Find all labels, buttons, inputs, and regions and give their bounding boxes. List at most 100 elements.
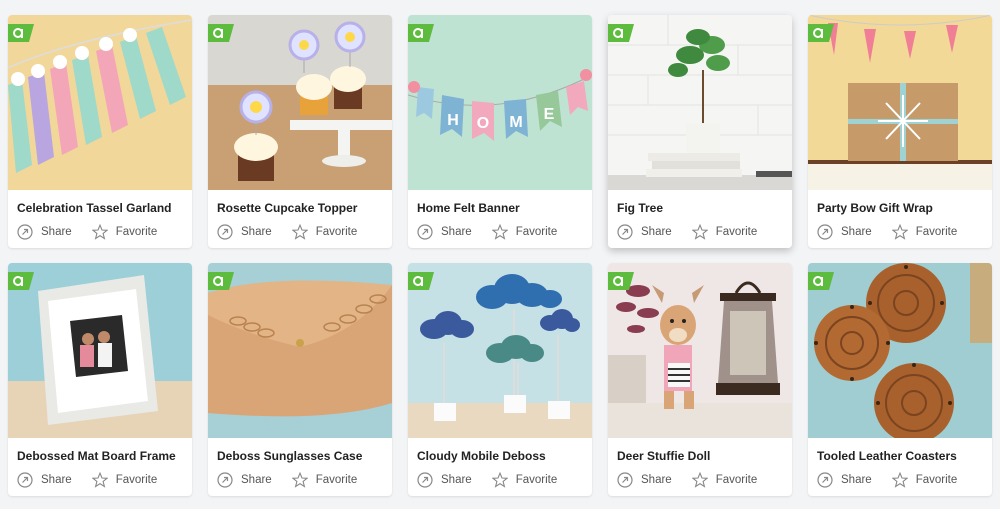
card-actions: Share Favorite	[808, 220, 992, 244]
project-card[interactable]: Tooled Leather Coasters Share Favorite	[808, 263, 992, 496]
share-label: Share	[841, 474, 872, 486]
share-arrow-icon	[217, 472, 233, 488]
project-card[interactable]: Cloudy Mobile Deboss Share Favorite	[408, 263, 592, 496]
favorite-button[interactable]: Favorite	[291, 224, 357, 240]
favorite-button[interactable]: Favorite	[691, 224, 757, 240]
banner-letter: E	[544, 106, 555, 123]
favorite-button[interactable]: Favorite	[691, 472, 757, 488]
project-title[interactable]: Cloudy Mobile Deboss	[408, 438, 592, 468]
project-title[interactable]: Celebration Tassel Garland	[8, 190, 192, 220]
card-actions: Share Favorite	[8, 220, 192, 244]
share-button[interactable]: Share	[617, 472, 672, 488]
share-button[interactable]: Share	[17, 224, 72, 240]
share-arrow-icon	[17, 224, 33, 240]
favorite-button[interactable]: Favorite	[91, 224, 157, 240]
card-actions: Share Favorite	[608, 220, 792, 244]
project-title[interactable]: Deboss Sunglasses Case	[208, 438, 392, 468]
brand-a-logo-icon	[208, 272, 234, 290]
share-label: Share	[441, 474, 472, 486]
favorite-label: Favorite	[515, 474, 558, 486]
project-title[interactable]: Party Bow Gift Wrap	[808, 190, 992, 220]
deer-doll-image	[608, 263, 792, 438]
project-card[interactable]: Deboss Sunglasses Case Share Favorite	[208, 263, 392, 496]
card-actions: Share Favorite	[8, 468, 192, 492]
share-button[interactable]: Share	[217, 224, 272, 240]
gift-wrap-image	[808, 15, 992, 190]
card-actions: Share Favorite	[208, 220, 392, 244]
share-button[interactable]: Share	[17, 472, 72, 488]
share-label: Share	[41, 474, 72, 486]
felt-banner-image: H O M E	[408, 15, 592, 190]
project-image[interactable]	[608, 263, 792, 438]
favorite-button[interactable]: Favorite	[891, 224, 957, 240]
favorite-button[interactable]: Favorite	[891, 472, 957, 488]
project-grid: Celebration Tassel Garland Share Favorit…	[8, 15, 992, 496]
sunglasses-case-image	[208, 263, 392, 438]
brand-a-logo-icon	[608, 272, 634, 290]
share-arrow-icon	[617, 472, 633, 488]
cloudy-mobile-image	[408, 263, 592, 438]
fig-tree-image	[608, 15, 792, 190]
share-button[interactable]: Share	[617, 224, 672, 240]
brand-a-logo-icon	[8, 272, 34, 290]
project-image[interactable]	[608, 15, 792, 190]
project-title[interactable]: Rosette Cupcake Topper	[208, 190, 392, 220]
project-image[interactable]	[408, 263, 592, 438]
brand-a-logo-icon	[808, 272, 834, 290]
project-title[interactable]: Deer Stuffie Doll	[608, 438, 792, 468]
project-card[interactable]: Party Bow Gift Wrap Share Favorite	[808, 15, 992, 248]
star-icon	[691, 224, 708, 240]
project-card[interactable]: Celebration Tassel Garland Share Favorit…	[8, 15, 192, 248]
project-title[interactable]: Debossed Mat Board Frame	[8, 438, 192, 468]
brand-a-logo-icon	[408, 24, 434, 42]
share-arrow-icon	[217, 224, 233, 240]
share-arrow-icon	[817, 472, 833, 488]
project-image[interactable]	[808, 263, 992, 438]
cupcake-topper-image	[208, 15, 392, 190]
project-image[interactable]	[8, 15, 192, 190]
mat-frame-image	[8, 263, 192, 438]
share-button[interactable]: Share	[217, 472, 272, 488]
favorite-label: Favorite	[115, 474, 158, 486]
card-actions: Share Favorite	[408, 220, 592, 244]
brand-a-logo-icon	[808, 24, 834, 42]
share-button[interactable]: Share	[417, 224, 472, 240]
project-title[interactable]: Tooled Leather Coasters	[808, 438, 992, 468]
project-card[interactable]: Fig Tree Share Favorite	[608, 15, 792, 248]
share-arrow-icon	[417, 472, 433, 488]
project-image[interactable]	[208, 15, 392, 190]
banner-letter: H	[447, 112, 459, 129]
share-button[interactable]: Share	[417, 472, 472, 488]
project-card[interactable]: H O M E Home Felt Banner Share Favorite	[408, 15, 592, 248]
share-label: Share	[841, 226, 872, 238]
brand-a-logo-icon	[608, 24, 634, 42]
favorite-button[interactable]: Favorite	[491, 224, 558, 240]
share-button[interactable]: Share	[817, 224, 872, 240]
banner-letter: M	[509, 114, 522, 131]
project-image[interactable]	[808, 15, 992, 190]
project-card[interactable]: Debossed Mat Board Frame Share Favorite	[8, 263, 192, 496]
star-icon	[91, 472, 108, 488]
star-icon	[491, 472, 508, 488]
share-label: Share	[641, 474, 672, 486]
star-icon	[891, 224, 908, 240]
brand-a-logo-icon	[408, 272, 434, 290]
share-arrow-icon	[417, 224, 433, 240]
star-icon	[891, 472, 908, 488]
share-label: Share	[641, 226, 672, 238]
card-actions: Share Favorite	[208, 468, 392, 492]
project-title[interactable]: Home Felt Banner	[408, 190, 592, 220]
project-title[interactable]: Fig Tree	[608, 190, 792, 220]
favorite-label: Favorite	[515, 226, 558, 238]
project-card[interactable]: Rosette Cupcake Topper Share Favorite	[208, 15, 392, 248]
favorite-button[interactable]: Favorite	[91, 472, 158, 488]
favorite-button[interactable]: Favorite	[491, 472, 558, 488]
favorite-button[interactable]: Favorite	[291, 472, 357, 488]
leather-coasters-image	[808, 263, 992, 438]
project-image[interactable]	[8, 263, 192, 438]
share-arrow-icon	[617, 224, 633, 240]
project-image[interactable]	[208, 263, 392, 438]
share-button[interactable]: Share	[817, 472, 872, 488]
project-card[interactable]: Deer Stuffie Doll Share Favorite	[608, 263, 792, 496]
project-image[interactable]: H O M E	[408, 15, 592, 190]
